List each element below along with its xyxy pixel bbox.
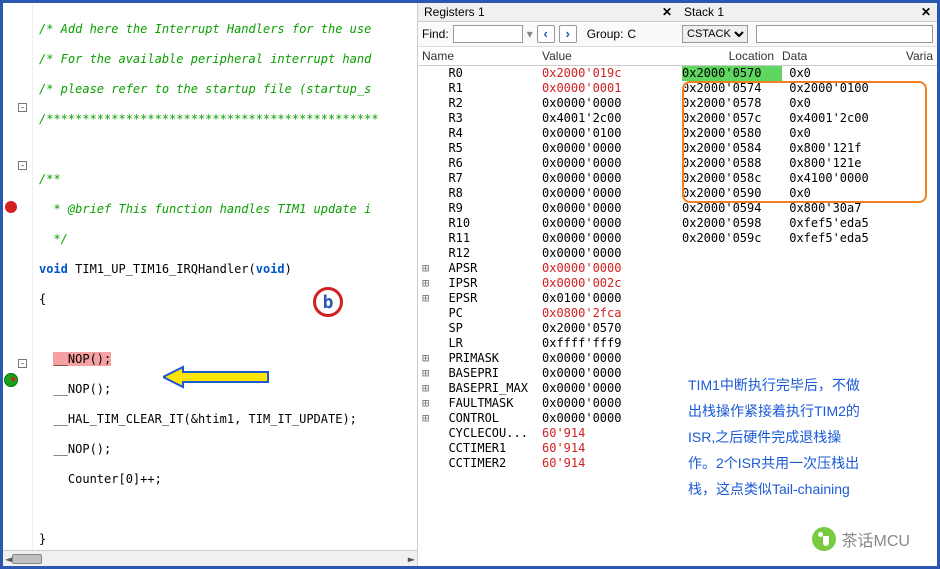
stack-row[interactable]: 0x2000'0574 0x2000'0100 — [678, 81, 937, 96]
register-row[interactable]: R60x0000'0000 — [418, 156, 678, 171]
code-editor-panel: - - - /* Add here the Interrupt Handlers… — [3, 3, 418, 566]
col-location[interactable]: Location — [682, 49, 782, 63]
register-row[interactable]: SP0x2000'0570 — [418, 321, 678, 336]
register-row[interactable]: R30x4001'2c00 — [418, 111, 678, 126]
register-row[interactable]: R80x0000'0000 — [418, 186, 678, 201]
code-line: /** — [39, 171, 411, 187]
stack-row[interactable]: 0x2000'0588 0x800'121e — [678, 156, 937, 171]
code-line — [39, 141, 411, 157]
code-line: __NOP(); — [39, 441, 411, 457]
register-row[interactable]: ⊞ EPSR0x0100'0000 — [418, 291, 678, 306]
find-next-button[interactable]: › — [559, 25, 577, 43]
register-row[interactable]: CYCLECOU...60'914 — [418, 426, 678, 441]
scrollbar-horizontal[interactable]: ◄► — [3, 550, 417, 566]
register-row[interactable]: R90x0000'0000 — [418, 201, 678, 216]
stack-select[interactable]: CSTACK — [682, 25, 748, 43]
code-line: __HAL_TIM_CLEAR_IT(&htim1, TIM_IT_UPDATE… — [39, 411, 411, 427]
register-row[interactable]: R100x0000'0000 — [418, 216, 678, 231]
stack-row[interactable]: 0x2000'0590 0x0 — [678, 186, 937, 201]
stack-row[interactable]: 0x2000'058c 0x4100'0000 — [678, 171, 937, 186]
register-row[interactable]: R70x0000'0000 — [418, 171, 678, 186]
fold-toggle[interactable]: - — [18, 161, 27, 170]
close-icon[interactable]: ✕ — [662, 5, 672, 19]
register-row[interactable]: ⊞ CONTROL0x0000'0000 — [418, 411, 678, 426]
group-value: C — [627, 27, 636, 41]
group-label: Group: — [587, 27, 624, 41]
code-line — [39, 321, 411, 337]
register-row[interactable]: PC0x0800'2fca — [418, 306, 678, 321]
code-body[interactable]: /* Add here the Interrupt Handlers for t… — [33, 3, 417, 566]
registers-title: Registers 1 ✕ — [418, 3, 678, 22]
code-line: void TIM1_UP_TIM16_IRQHandler(void) — [39, 261, 411, 277]
register-row[interactable]: R40x0000'0100 — [418, 126, 678, 141]
registers-toolbar: Find: ▾ ‹ › Group: C — [418, 22, 678, 47]
register-row[interactable]: R20x0000'0000 — [418, 96, 678, 111]
watermark: 茶话MCU — [812, 527, 910, 551]
find-prev-button[interactable]: ‹ — [537, 25, 555, 43]
register-row[interactable]: ⊞ APSR0x0000'0000 — [418, 261, 678, 276]
col-name[interactable]: Name — [422, 49, 542, 63]
register-row[interactable]: ⊞ BASEPRI0x0000'0000 — [418, 366, 678, 381]
registers-panel: Registers 1 ✕ Find: ▾ ‹ › Group: C Name … — [418, 3, 678, 566]
register-row[interactable]: R10x0000'0001 — [418, 81, 678, 96]
register-row[interactable]: R110x0000'0000 — [418, 231, 678, 246]
col-data[interactable]: Data — [782, 49, 893, 63]
register-row[interactable]: ⊞ PRIMASK0x0000'0000 — [418, 351, 678, 366]
code-line: * @brief This function handles TIM1 upda… — [39, 201, 411, 217]
stack-row[interactable]: 0x2000'0598 0xfef5'eda5 — [678, 216, 937, 231]
stack-row[interactable]: 0x2000'0580 0x0 — [678, 126, 937, 141]
fold-toggle[interactable]: - — [18, 359, 27, 368]
stack-title: Stack 1 ✕ — [678, 3, 937, 22]
fold-toggle[interactable]: - — [18, 103, 27, 112]
registers-body: R00x2000'019c R10x0000'0001 R20x0000'000… — [418, 66, 678, 566]
stack-panel: Stack 1 ✕ CSTACK Location Data Varia 0x2… — [678, 3, 937, 566]
register-row[interactable]: CCTIMER260'914 — [418, 456, 678, 471]
close-icon[interactable]: ✕ — [921, 5, 931, 19]
register-row[interactable]: CCTIMER160'914 — [418, 441, 678, 456]
stack-input[interactable] — [756, 25, 933, 43]
dropdown-icon[interactable]: ▾ — [527, 27, 533, 41]
stack-row[interactable]: 0x2000'0570 0x0 — [678, 66, 937, 81]
register-row[interactable]: R00x2000'019c — [418, 66, 678, 81]
annotation-text: TIM1中断执行完毕后，不做 出栈操作紧接着执行TIM2的 ISR,之后硬件完成… — [678, 366, 937, 508]
registers-header: Name Value — [418, 47, 678, 66]
find-label: Find: — [422, 27, 449, 41]
code-line: } — [39, 531, 411, 547]
annotation-b: b — [313, 287, 343, 317]
stack-toolbar: CSTACK — [678, 22, 937, 47]
register-row[interactable]: ⊞ BASEPRI_MAX0x0000'0000 — [418, 381, 678, 396]
wechat-icon — [812, 527, 836, 551]
stack-row[interactable]: 0x2000'059c 0xfef5'eda5 — [678, 231, 937, 246]
code-line: */ — [39, 231, 411, 247]
stack-row[interactable]: 0x2000'0578 0x0 — [678, 96, 937, 111]
code-line: /* please refer to the startup file (sta… — [39, 81, 411, 97]
code-line — [39, 501, 411, 517]
register-row[interactable]: R50x0000'0000 — [418, 141, 678, 156]
register-row[interactable]: ⊞ FAULTMASK0x0000'0000 — [418, 396, 678, 411]
current-execution-marker[interactable] — [4, 373, 18, 387]
code-line: /* For the available peripheral interrup… — [39, 51, 411, 67]
stack-row[interactable]: 0x2000'057c 0x4001'2c00 — [678, 111, 937, 126]
stack-row[interactable]: 0x2000'0594 0x800'30a7 — [678, 201, 937, 216]
find-input[interactable] — [453, 25, 523, 43]
register-row[interactable]: LR0xffff'fff9 — [418, 336, 678, 351]
code-line: { — [39, 291, 411, 307]
code-line: /***************************************… — [39, 111, 411, 127]
register-row[interactable]: ⊞ IPSR0x0000'002c — [418, 276, 678, 291]
code-line: Counter[0]++; — [39, 471, 411, 487]
register-row[interactable]: R120x0000'0000 — [418, 246, 678, 261]
breakpoint-marker[interactable] — [5, 201, 17, 213]
col-value[interactable]: Value — [542, 49, 674, 63]
code-gutter: - - - — [3, 3, 33, 566]
stack-body: 0x2000'0570 0x00x2000'0574 0x2000'01000x… — [678, 66, 937, 246]
stack-row[interactable]: 0x2000'0584 0x800'121f — [678, 141, 937, 156]
code-line: /* Add here the Interrupt Handlers for t… — [39, 21, 411, 37]
col-varia[interactable]: Varia — [893, 49, 933, 63]
stack-header: Location Data Varia — [678, 47, 937, 66]
